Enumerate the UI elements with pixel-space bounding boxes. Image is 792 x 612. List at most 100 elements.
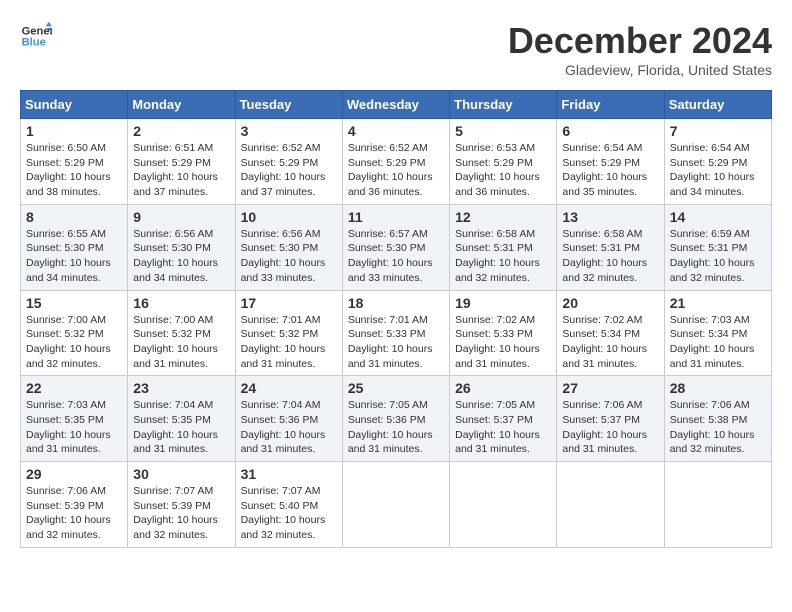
day-info: Sunrise: 6:52 AMSunset: 5:29 PMDaylight:… — [241, 142, 326, 198]
day-number: 23 — [133, 380, 229, 396]
day-info: Sunrise: 6:54 AMSunset: 5:29 PMDaylight:… — [670, 142, 755, 198]
day-info: Sunrise: 7:05 AMSunset: 5:37 PMDaylight:… — [455, 399, 540, 455]
day-number: 4 — [348, 123, 444, 139]
day-number: 5 — [455, 123, 551, 139]
day-number: 14 — [670, 209, 766, 225]
table-cell: 5 Sunrise: 6:53 AMSunset: 5:29 PMDayligh… — [450, 119, 557, 205]
table-cell: 17 Sunrise: 7:01 AMSunset: 5:32 PMDaylig… — [235, 290, 342, 376]
table-cell: 18 Sunrise: 7:01 AMSunset: 5:33 PMDaylig… — [342, 290, 449, 376]
day-number: 3 — [241, 123, 337, 139]
table-cell: 23 Sunrise: 7:04 AMSunset: 5:35 PMDaylig… — [128, 376, 235, 462]
calendar-week-5: 29 Sunrise: 7:06 AMSunset: 5:39 PMDaylig… — [21, 462, 772, 548]
col-tuesday: Tuesday — [235, 91, 342, 119]
table-cell: 16 Sunrise: 7:00 AMSunset: 5:32 PMDaylig… — [128, 290, 235, 376]
day-info: Sunrise: 6:50 AMSunset: 5:29 PMDaylight:… — [26, 142, 111, 198]
day-info: Sunrise: 7:00 AMSunset: 5:32 PMDaylight:… — [133, 314, 218, 370]
svg-text:General: General — [22, 25, 52, 37]
table-cell: 4 Sunrise: 6:52 AMSunset: 5:29 PMDayligh… — [342, 119, 449, 205]
table-cell: 21 Sunrise: 7:03 AMSunset: 5:34 PMDaylig… — [664, 290, 771, 376]
col-monday: Monday — [128, 91, 235, 119]
day-info: Sunrise: 6:56 AMSunset: 5:30 PMDaylight:… — [133, 228, 218, 284]
col-sunday: Sunday — [21, 91, 128, 119]
day-info: Sunrise: 7:00 AMSunset: 5:32 PMDaylight:… — [26, 314, 111, 370]
day-number: 9 — [133, 209, 229, 225]
table-cell: 2 Sunrise: 6:51 AMSunset: 5:29 PMDayligh… — [128, 119, 235, 205]
table-cell: 11 Sunrise: 6:57 AMSunset: 5:30 PMDaylig… — [342, 204, 449, 290]
table-cell: 8 Sunrise: 6:55 AMSunset: 5:30 PMDayligh… — [21, 204, 128, 290]
day-info: Sunrise: 7:04 AMSunset: 5:36 PMDaylight:… — [241, 399, 326, 455]
day-number: 8 — [26, 209, 122, 225]
logo: General Blue — [20, 20, 52, 52]
table-cell: 29 Sunrise: 7:06 AMSunset: 5:39 PMDaylig… — [21, 462, 128, 548]
day-info: Sunrise: 7:06 AMSunset: 5:37 PMDaylight:… — [562, 399, 647, 455]
day-info: Sunrise: 7:07 AMSunset: 5:39 PMDaylight:… — [133, 485, 218, 541]
day-info: Sunrise: 7:05 AMSunset: 5:36 PMDaylight:… — [348, 399, 433, 455]
table-cell: 30 Sunrise: 7:07 AMSunset: 5:39 PMDaylig… — [128, 462, 235, 548]
day-info: Sunrise: 6:58 AMSunset: 5:31 PMDaylight:… — [562, 228, 647, 284]
location-subtitle: Gladeview, Florida, United States — [508, 62, 772, 78]
day-info: Sunrise: 6:53 AMSunset: 5:29 PMDaylight:… — [455, 142, 540, 198]
table-cell — [450, 462, 557, 548]
calendar-week-3: 15 Sunrise: 7:00 AMSunset: 5:32 PMDaylig… — [21, 290, 772, 376]
day-info: Sunrise: 6:51 AMSunset: 5:29 PMDaylight:… — [133, 142, 218, 198]
day-number: 21 — [670, 295, 766, 311]
table-cell — [557, 462, 664, 548]
table-cell: 26 Sunrise: 7:05 AMSunset: 5:37 PMDaylig… — [450, 376, 557, 462]
col-thursday: Thursday — [450, 91, 557, 119]
table-cell: 24 Sunrise: 7:04 AMSunset: 5:36 PMDaylig… — [235, 376, 342, 462]
table-cell: 10 Sunrise: 6:56 AMSunset: 5:30 PMDaylig… — [235, 204, 342, 290]
title-section: December 2024 Gladeview, Florida, United… — [508, 20, 772, 78]
col-friday: Friday — [557, 91, 664, 119]
table-cell: 7 Sunrise: 6:54 AMSunset: 5:29 PMDayligh… — [664, 119, 771, 205]
calendar-table: Sunday Monday Tuesday Wednesday Thursday… — [20, 90, 772, 548]
table-cell: 28 Sunrise: 7:06 AMSunset: 5:38 PMDaylig… — [664, 376, 771, 462]
day-number: 20 — [562, 295, 658, 311]
table-cell: 20 Sunrise: 7:02 AMSunset: 5:34 PMDaylig… — [557, 290, 664, 376]
month-title: December 2024 — [508, 20, 772, 62]
day-info: Sunrise: 7:02 AMSunset: 5:33 PMDaylight:… — [455, 314, 540, 370]
day-number: 1 — [26, 123, 122, 139]
table-cell: 27 Sunrise: 7:06 AMSunset: 5:37 PMDaylig… — [557, 376, 664, 462]
col-saturday: Saturday — [664, 91, 771, 119]
svg-text:Blue: Blue — [22, 37, 46, 49]
day-number: 31 — [241, 466, 337, 482]
table-cell: 1 Sunrise: 6:50 AMSunset: 5:29 PMDayligh… — [21, 119, 128, 205]
day-info: Sunrise: 6:55 AMSunset: 5:30 PMDaylight:… — [26, 228, 111, 284]
day-number: 11 — [348, 209, 444, 225]
day-number: 16 — [133, 295, 229, 311]
day-info: Sunrise: 7:03 AMSunset: 5:35 PMDaylight:… — [26, 399, 111, 455]
table-cell: 6 Sunrise: 6:54 AMSunset: 5:29 PMDayligh… — [557, 119, 664, 205]
day-info: Sunrise: 7:02 AMSunset: 5:34 PMDaylight:… — [562, 314, 647, 370]
table-cell: 25 Sunrise: 7:05 AMSunset: 5:36 PMDaylig… — [342, 376, 449, 462]
day-info: Sunrise: 7:01 AMSunset: 5:32 PMDaylight:… — [241, 314, 326, 370]
day-number: 30 — [133, 466, 229, 482]
table-cell: 15 Sunrise: 7:00 AMSunset: 5:32 PMDaylig… — [21, 290, 128, 376]
day-info: Sunrise: 6:54 AMSunset: 5:29 PMDaylight:… — [562, 142, 647, 198]
day-info: Sunrise: 7:01 AMSunset: 5:33 PMDaylight:… — [348, 314, 433, 370]
day-number: 22 — [26, 380, 122, 396]
table-cell: 13 Sunrise: 6:58 AMSunset: 5:31 PMDaylig… — [557, 204, 664, 290]
day-number: 18 — [348, 295, 444, 311]
table-cell: 9 Sunrise: 6:56 AMSunset: 5:30 PMDayligh… — [128, 204, 235, 290]
day-number: 28 — [670, 380, 766, 396]
day-info: Sunrise: 6:58 AMSunset: 5:31 PMDaylight:… — [455, 228, 540, 284]
calendar-header-row: Sunday Monday Tuesday Wednesday Thursday… — [21, 91, 772, 119]
day-info: Sunrise: 7:07 AMSunset: 5:40 PMDaylight:… — [241, 485, 326, 541]
day-info: Sunrise: 6:56 AMSunset: 5:30 PMDaylight:… — [241, 228, 326, 284]
day-number: 6 — [562, 123, 658, 139]
day-number: 17 — [241, 295, 337, 311]
day-number: 29 — [26, 466, 122, 482]
col-wednesday: Wednesday — [342, 91, 449, 119]
day-number: 12 — [455, 209, 551, 225]
day-number: 26 — [455, 380, 551, 396]
day-info: Sunrise: 6:52 AMSunset: 5:29 PMDaylight:… — [348, 142, 433, 198]
table-cell: 22 Sunrise: 7:03 AMSunset: 5:35 PMDaylig… — [21, 376, 128, 462]
day-number: 7 — [670, 123, 766, 139]
header-section: General Blue December 2024 Gladeview, Fl… — [20, 20, 772, 78]
day-number: 24 — [241, 380, 337, 396]
day-number: 19 — [455, 295, 551, 311]
logo-icon: General Blue — [20, 20, 52, 52]
day-number: 25 — [348, 380, 444, 396]
day-info: Sunrise: 7:04 AMSunset: 5:35 PMDaylight:… — [133, 399, 218, 455]
day-info: Sunrise: 6:57 AMSunset: 5:30 PMDaylight:… — [348, 228, 433, 284]
